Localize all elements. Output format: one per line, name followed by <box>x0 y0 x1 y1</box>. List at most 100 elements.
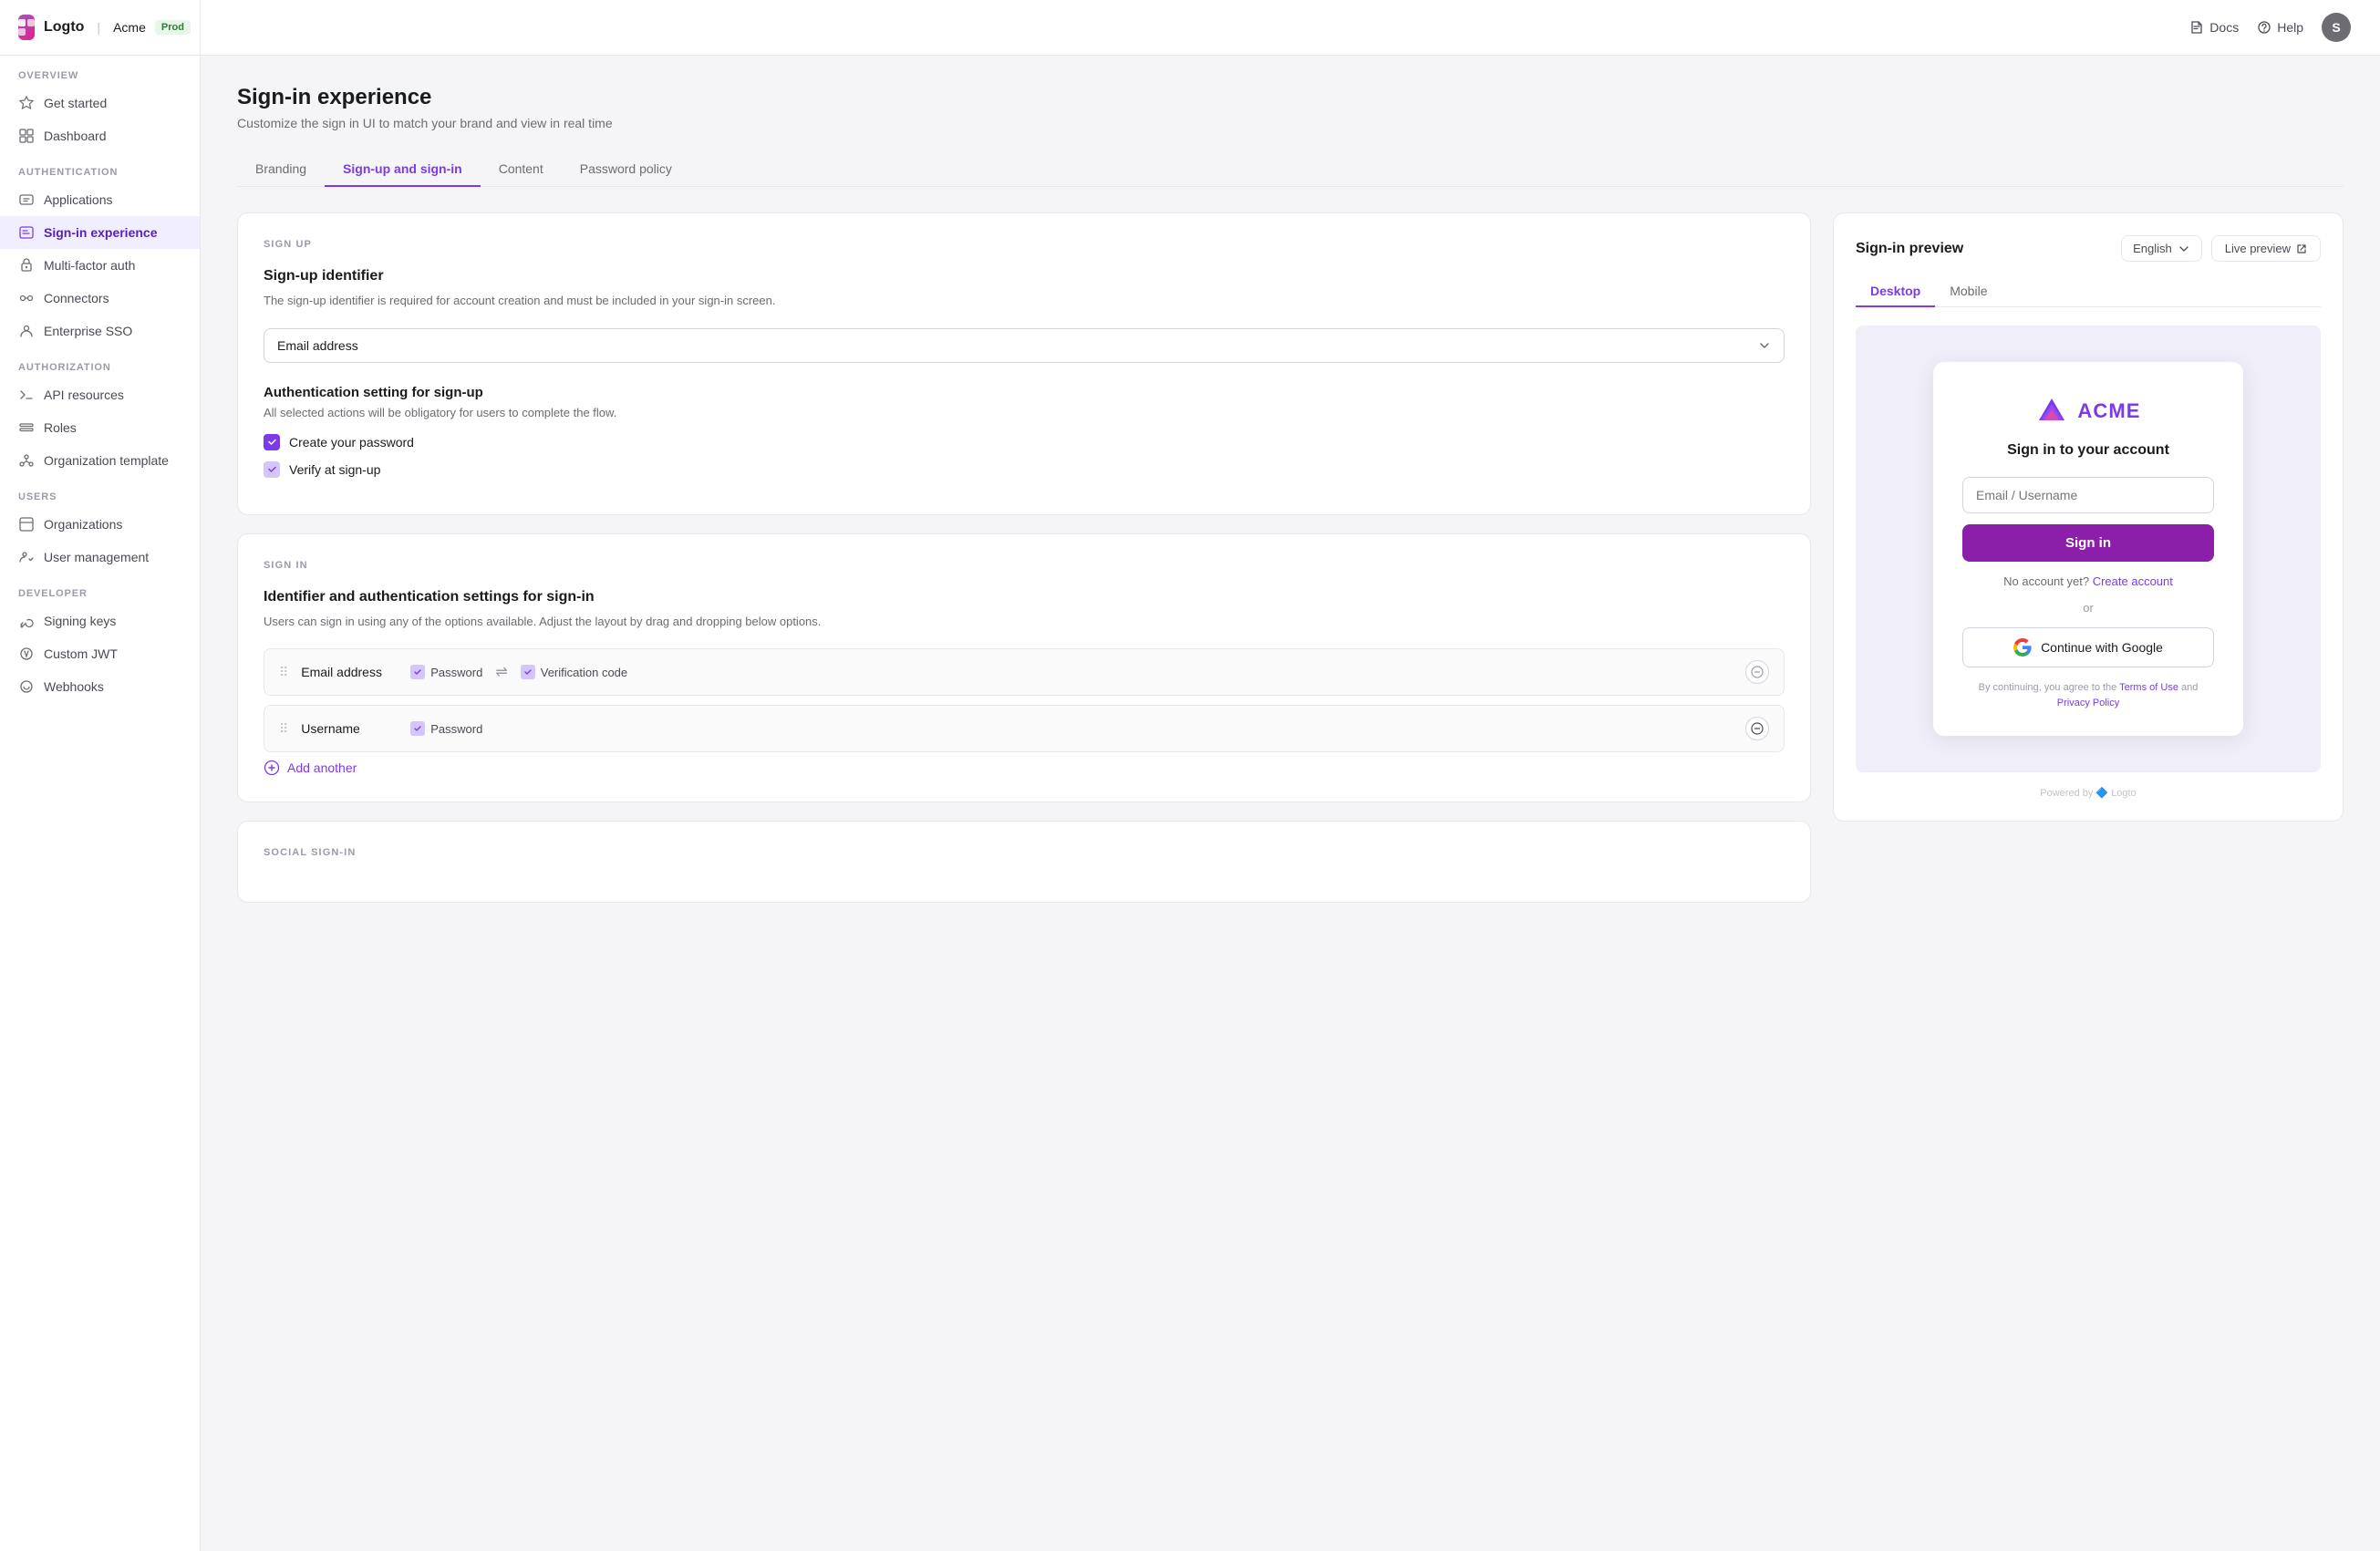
page-subtitle: Customize the sign in UI to match your b… <box>237 116 2344 130</box>
nav-section-dev: DEVELOPER <box>0 574 200 605</box>
preview-logo-icon <box>2035 395 2068 428</box>
sidebar-item-signing-keys[interactable]: Signing keys <box>0 605 200 637</box>
signin-experience-icon <box>18 224 35 241</box>
remove-item2-button[interactable] <box>1745 717 1769 740</box>
preview-tab-mobile[interactable]: Mobile <box>1935 276 2002 307</box>
preview-email-input[interactable] <box>1962 477 2214 513</box>
signin-items: ⠿ Email address Password ⇌ <box>264 648 1785 752</box>
add-another-button[interactable]: Add another <box>264 752 1785 776</box>
privacy-link[interactable]: Privacy Policy <box>2057 698 2119 708</box>
select-chevron-icon <box>1757 338 1772 353</box>
docs-link[interactable]: Docs <box>2189 20 2239 35</box>
sidebar-item-connectors[interactable]: Connectors <box>0 282 200 315</box>
sidebar-item-api-resources[interactable]: API resources <box>0 378 200 411</box>
sidebar-item-label: Dashboard <box>44 129 107 143</box>
sidebar-item-mfa[interactable]: Multi-factor auth <box>0 249 200 282</box>
remove-item-button[interactable] <box>1745 660 1769 684</box>
preview-title: Sign-in preview <box>1856 241 1963 257</box>
logo-icon <box>18 15 35 40</box>
help-link[interactable]: Help <box>2257 20 2303 35</box>
auth-tag-password-check[interactable] <box>410 665 425 679</box>
terms-link[interactable]: Terms of Use <box>2119 682 2178 693</box>
preview-or: or <box>1962 601 2214 615</box>
sidebar-item-enterprise-sso[interactable]: Enterprise SSO <box>0 315 200 347</box>
sidebar-item-label: Sign-in experience <box>44 225 157 240</box>
google-icon <box>2013 638 2032 657</box>
identifier-select[interactable]: Email address <box>264 328 1785 363</box>
signup-card: SIGN UP Sign-up identifier The sign-up i… <box>237 212 1811 515</box>
sidebar-item-dashboard[interactable]: Dashboard <box>0 119 200 152</box>
auth-tag-password2-check[interactable] <box>410 721 425 736</box>
org-badge: Prod <box>155 20 191 35</box>
drag-handle-icon[interactable]: ⠿ <box>279 665 288 680</box>
sidebar-item-roles[interactable]: Roles <box>0 411 200 444</box>
add-another-label: Add another <box>287 760 357 775</box>
create-password-checkbox[interactable] <box>264 434 280 450</box>
auth-tag-password2-label: Password <box>430 722 482 736</box>
preview-google-button[interactable]: Continue with Google <box>1962 627 2214 667</box>
social-section-label: SOCIAL SIGN-IN <box>264 847 1785 858</box>
signin-item-email: ⠿ Email address Password ⇌ <box>264 648 1785 696</box>
tab-password-policy[interactable]: Password policy <box>562 152 690 187</box>
sidebar-item-label: Enterprise SSO <box>44 324 132 338</box>
checkmark-icon <box>267 437 277 447</box>
tab-branding[interactable]: Branding <box>237 152 325 187</box>
preview-terms: By continuing, you agree to the Terms of… <box>1962 680 2214 710</box>
nav-section-authz: AUTHORIZATION <box>0 347 200 378</box>
tab-content[interactable]: Content <box>481 152 562 187</box>
live-preview-label: Live preview <box>2225 242 2291 255</box>
get-started-icon <box>18 95 35 111</box>
tab-signup-signin[interactable]: Sign-up and sign-in <box>325 152 481 187</box>
auth-tag-vercode-label: Verification code <box>541 666 627 679</box>
auth-tag-vercode: Verification code <box>521 665 627 679</box>
signin-section-label: SIGN IN <box>264 560 1785 571</box>
sidebar-item-label: Custom JWT <box>44 646 118 661</box>
organizations-icon <box>18 516 35 533</box>
sidebar-item-org-template[interactable]: Organization template <box>0 444 200 477</box>
connectors-icon <box>18 290 35 306</box>
signin-card: SIGN IN Identifier and authentication se… <box>237 533 1811 803</box>
mfa-icon <box>18 257 35 274</box>
preview-tab-desktop[interactable]: Desktop <box>1856 276 1935 307</box>
swap-icon[interactable]: ⇌ <box>495 663 507 681</box>
dashboard-icon <box>18 128 35 144</box>
preview-controls: English Live preview <box>2121 235 2321 262</box>
logo-text: Logto <box>44 19 84 36</box>
sidebar-item-signin-experience[interactable]: Sign-in experience <box>0 216 200 249</box>
sidebar-item-label: Roles <box>44 420 77 435</box>
preview-panel: Sign-in preview English Live preview <box>1833 212 2344 822</box>
preview-signin-button[interactable]: Sign in <box>1962 524 2214 562</box>
auth-tag-vercode-check[interactable] <box>521 665 535 679</box>
signin-identifier: Email address <box>301 665 401 679</box>
lang-label: English <box>2133 242 2172 255</box>
user-avatar[interactable]: S <box>2322 13 2351 42</box>
sidebar-item-label: Organization template <box>44 453 169 468</box>
add-another-icon <box>264 760 280 776</box>
sidebar-item-applications[interactable]: Applications <box>0 183 200 216</box>
docs-label: Docs <box>2209 20 2239 35</box>
identifier-select-wrapper: Email address <box>264 328 1785 363</box>
sidebar-item-organizations[interactable]: Organizations <box>0 508 200 541</box>
create-account-link[interactable]: Create account <box>2093 574 2173 588</box>
page-tabs: Branding Sign-up and sign-in Content Pas… <box>237 152 2344 187</box>
page-title: Sign-in experience <box>237 85 2344 110</box>
lang-select[interactable]: English <box>2121 235 2202 262</box>
signin-id-desc: Users can sign in using any of the optio… <box>264 613 1785 631</box>
sidebar-item-webhooks[interactable]: Webhooks <box>0 670 200 703</box>
user-management-icon <box>18 549 35 565</box>
sidebar-item-user-management[interactable]: User management <box>0 541 200 574</box>
sidebar-item-label: Get started <box>44 96 107 110</box>
sidebar-item-label: Applications <box>44 192 113 207</box>
left-column: SIGN UP Sign-up identifier The sign-up i… <box>237 212 1811 921</box>
nav-section-users: USERS <box>0 477 200 508</box>
sidebar-item-get-started[interactable]: Get started <box>0 87 200 119</box>
verify-signup-checkbox[interactable] <box>264 461 280 478</box>
content-grid: SIGN UP Sign-up identifier The sign-up i… <box>237 212 2344 921</box>
live-preview-button[interactable]: Live preview <box>2211 235 2321 262</box>
auth-tag-password-label: Password <box>430 666 482 679</box>
drag-handle-icon[interactable]: ⠿ <box>279 721 288 737</box>
org-template-icon <box>18 452 35 469</box>
checkmark-icon <box>267 464 277 474</box>
sidebar-item-custom-jwt[interactable]: Custom JWT <box>0 637 200 670</box>
topbar: Docs Help S <box>201 0 2380 56</box>
